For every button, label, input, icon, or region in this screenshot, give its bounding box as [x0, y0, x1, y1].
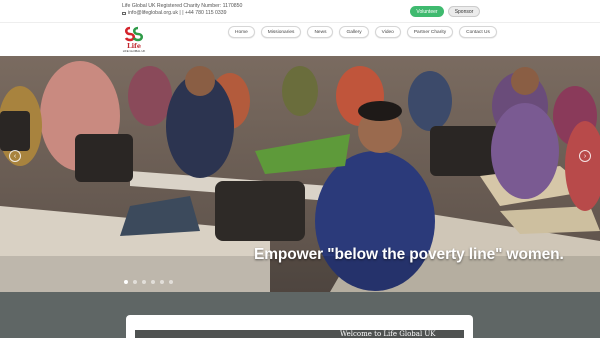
slider-dot[interactable] [133, 280, 137, 284]
charity-number: Life Global UK Registered Charity Number… [122, 3, 243, 9]
chevron-right-icon: › [583, 152, 587, 160]
nav-home[interactable]: Home [228, 26, 255, 38]
contact-details[interactable]: info@lifeglobal.org.uk | | +44 780 115 0… [128, 10, 227, 17]
nav-contact-us[interactable]: Contact Us [459, 26, 497, 38]
slide-caption: Empower "below the poverty line" women. [254, 246, 564, 263]
slider-dot[interactable] [169, 280, 173, 284]
logo-mark-icon [124, 26, 144, 42]
slider-next-button[interactable]: › [579, 150, 591, 162]
volunteer-button[interactable]: Volunteer [410, 6, 444, 17]
envelope-icon [122, 12, 126, 15]
main-nav: Home Missionaries News Gallery Video Par… [228, 26, 497, 38]
slider-dots [124, 280, 173, 284]
nav-news[interactable]: News [307, 26, 334, 38]
slider-dot[interactable] [142, 280, 146, 284]
slider-dot[interactable] [151, 280, 155, 284]
site-logo[interactable]: Life LIFE GLOBAL UK [121, 26, 147, 54]
chevron-left-icon: ‹ [13, 152, 17, 160]
nav-missionaries[interactable]: Missionaries [260, 26, 302, 38]
sponsor-button[interactable]: Sponsor [448, 6, 480, 17]
nav-partner-charity[interactable]: Partner Charity [406, 26, 454, 38]
nav-gallery[interactable]: Gallery [339, 26, 369, 38]
welcome-title: Welcome to Life Global UK [340, 330, 436, 338]
logo-subtitle: LIFE GLOBAL UK [122, 49, 146, 53]
top-info-bar: Life Global UK Registered Charity Number… [0, 0, 600, 22]
contact-info: Life Global UK Registered Charity Number… [122, 3, 242, 17]
slider-prev-button[interactable]: ‹ [9, 150, 21, 162]
slider-dot[interactable] [124, 280, 128, 284]
slider-dot[interactable] [160, 280, 164, 284]
nav-video[interactable]: Video [374, 26, 401, 38]
